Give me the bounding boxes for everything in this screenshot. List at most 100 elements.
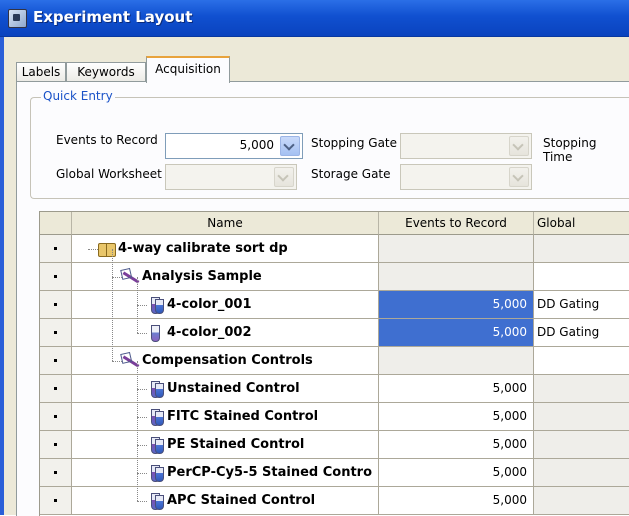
- app-icon: [8, 9, 27, 28]
- tree-connector: [88, 249, 98, 250]
- row-marker-icon: [54, 303, 57, 306]
- table-row[interactable]: Analysis Sample: [40, 263, 629, 291]
- row-selector[interactable]: [40, 375, 72, 402]
- tree-connector: [137, 389, 147, 390]
- tree-connector: [137, 501, 147, 502]
- name-cell[interactable]: 4-color_001: [72, 291, 379, 318]
- global-worksheet-cell[interactable]: [534, 487, 629, 514]
- row-selector[interactable]: [40, 319, 72, 346]
- row-marker-icon: [54, 499, 57, 502]
- events-to-record-cell[interactable]: 5,000: [379, 403, 534, 430]
- tree-connector: [137, 277, 138, 333]
- tube-pair-icon: [147, 493, 164, 510]
- global-worksheet-cell[interactable]: [534, 263, 629, 290]
- events-to-record-cell[interactable]: 5,000: [379, 487, 534, 514]
- row-selector[interactable]: [40, 347, 72, 374]
- events-to-record-cell[interactable]: [379, 347, 534, 374]
- global-worksheet-cell[interactable]: DD Gating: [534, 291, 629, 318]
- global-worksheet-cell[interactable]: [534, 403, 629, 430]
- specimen-wand-icon: [122, 269, 140, 285]
- quick-entry-legend: Quick Entry: [41, 89, 115, 103]
- table-row[interactable]: 4-color_001 5,000 DD Gating: [40, 291, 629, 319]
- row-marker-icon: [54, 331, 57, 334]
- events-to-record-cell[interactable]: [379, 235, 534, 262]
- row-name: FITC Stained Control: [167, 409, 319, 424]
- row-name: Analysis Sample: [142, 269, 262, 284]
- tube-pair-icon: [147, 297, 164, 314]
- table-row[interactable]: 4-color_002 5,000 DD Gating: [40, 319, 629, 347]
- specimen-wand-icon: [122, 353, 140, 369]
- column-header-name[interactable]: Name: [72, 212, 379, 235]
- row-selector[interactable]: [40, 235, 72, 262]
- name-cell[interactable]: PerCP-Cy5-5 Stained Contro: [72, 459, 379, 486]
- events-to-record-cell[interactable]: 5,000: [379, 375, 534, 402]
- name-cell[interactable]: 4-color_002: [72, 319, 379, 346]
- table-row[interactable]: FITC Stained Control 5,000: [40, 403, 629, 431]
- storage-gate-combo[interactable]: [400, 164, 532, 190]
- row-name: Compensation Controls: [142, 353, 313, 368]
- chevron-down-icon[interactable]: [509, 167, 529, 187]
- global-worksheet-combo[interactable]: [165, 164, 297, 190]
- window-title: Experiment Layout: [33, 8, 193, 26]
- window-title-bar[interactable]: Experiment Layout: [0, 0, 629, 37]
- events-to-record-cell[interactable]: [379, 263, 534, 290]
- tree-connector: [137, 473, 147, 474]
- table-row[interactable]: Unstained Control 5,000: [40, 375, 629, 403]
- global-worksheet-label: Global Worksheet: [56, 167, 162, 181]
- tube-pair-icon: [147, 409, 164, 426]
- events-to-record-label: Events to Record: [56, 133, 158, 147]
- stopping-gate-combo[interactable]: [400, 133, 532, 159]
- events-to-record-value: 5,000: [239, 138, 274, 152]
- events-to-record-cell[interactable]: 5,000: [379, 319, 534, 346]
- row-marker-icon: [54, 359, 57, 362]
- tube-pair-icon: [147, 381, 164, 398]
- chevron-down-icon[interactable]: [274, 167, 294, 187]
- chevron-down-icon[interactable]: [509, 136, 529, 156]
- name-cell[interactable]: APC Stained Control: [72, 487, 379, 514]
- row-name: Unstained Control: [167, 381, 300, 396]
- column-header-global-worksheet[interactable]: Global Worksh...: [534, 212, 629, 252]
- tree-connector: [112, 249, 113, 361]
- tree-connector: [137, 445, 147, 446]
- tree-connector: [112, 361, 122, 362]
- table-row[interactable]: Compensation Controls: [40, 347, 629, 375]
- storage-gate-label: Storage Gate: [311, 167, 391, 181]
- table-row[interactable]: APC Stained Control 5,000: [40, 487, 629, 515]
- events-to-record-cell[interactable]: 5,000: [379, 291, 534, 318]
- tube-icon: [147, 325, 163, 342]
- row-selector[interactable]: [40, 291, 72, 318]
- table-row[interactable]: 4-way calibrate sort dp: [40, 235, 629, 263]
- row-selector[interactable]: [40, 459, 72, 486]
- name-cell[interactable]: 4-way calibrate sort dp: [72, 235, 379, 262]
- global-worksheet-cell[interactable]: [534, 347, 629, 374]
- chevron-down-icon[interactable]: [280, 136, 300, 156]
- row-selector[interactable]: [40, 487, 72, 514]
- column-header-events[interactable]: Events to Record: [379, 212, 534, 235]
- global-worksheet-cell[interactable]: [534, 375, 629, 402]
- tab-keywords[interactable]: Keywords: [66, 62, 146, 81]
- events-to-record-cell[interactable]: 5,000: [379, 459, 534, 486]
- table-row[interactable]: PerCP-Cy5-5 Stained Contro 5,000: [40, 459, 629, 487]
- name-cell[interactable]: FITC Stained Control: [72, 403, 379, 430]
- events-to-record-combo[interactable]: 5,000: [165, 133, 303, 159]
- row-selector[interactable]: [40, 263, 72, 290]
- row-selector[interactable]: [40, 403, 72, 430]
- global-worksheet-cell[interactable]: [534, 431, 629, 458]
- global-worksheet-cell[interactable]: DD Gating: [534, 319, 629, 346]
- table-row[interactable]: PE Stained Control 5,000: [40, 431, 629, 459]
- global-worksheet-cell[interactable]: [534, 459, 629, 486]
- tube-pair-icon: [147, 465, 164, 482]
- window-left-border: [0, 37, 4, 515]
- row-name: 4-color_002: [167, 325, 252, 340]
- global-worksheet-cell[interactable]: [534, 235, 629, 262]
- row-marker-icon: [54, 471, 57, 474]
- events-to-record-cell[interactable]: 5,000: [379, 431, 534, 458]
- tab-acquisition[interactable]: Acquisition: [146, 56, 230, 83]
- name-cell[interactable]: PE Stained Control: [72, 431, 379, 458]
- experiment-grid[interactable]: Name Events to Record Global Worksh... 4…: [39, 211, 629, 516]
- row-name: APC Stained Control: [167, 493, 316, 508]
- row-selector[interactable]: [40, 431, 72, 458]
- row-marker-icon: [54, 247, 57, 250]
- tab-labels[interactable]: Labels: [16, 62, 66, 81]
- name-cell[interactable]: Unstained Control: [72, 375, 379, 402]
